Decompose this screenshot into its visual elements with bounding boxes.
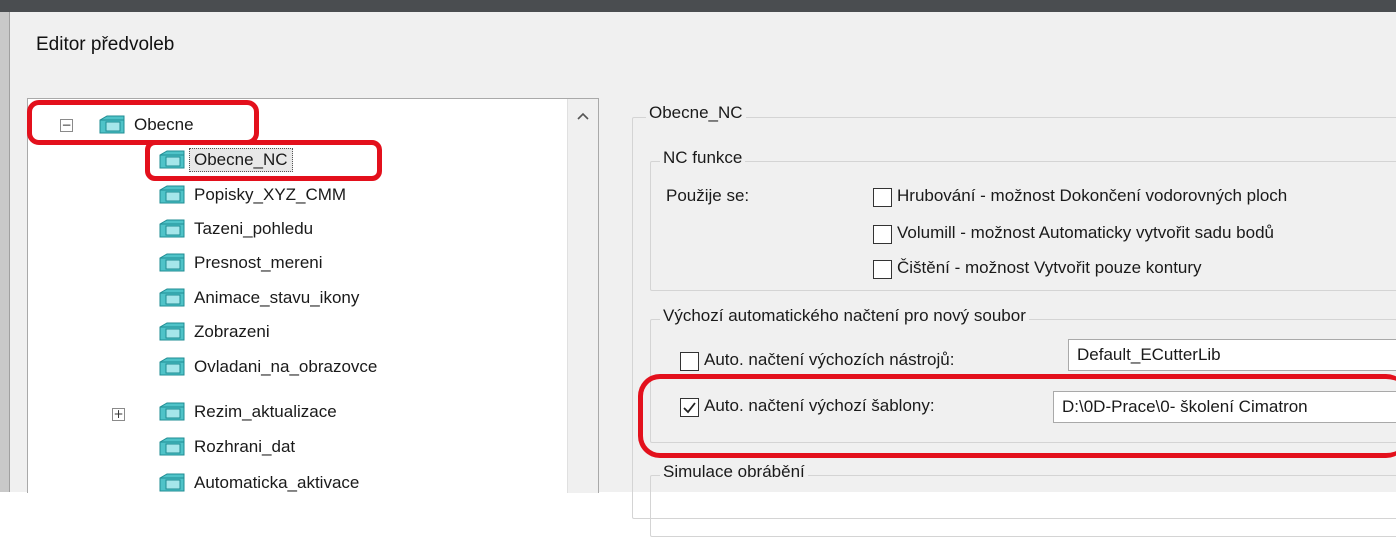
folder-icon — [159, 402, 185, 421]
pouzije-se-label: Použije se: — [666, 186, 750, 205]
tree-item-label: Tazeni_pohledu — [194, 219, 314, 238]
auto-tools-label: Auto. načtení výchozích nástrojů: — [704, 350, 955, 369]
scroll-up-button[interactable] — [568, 99, 598, 133]
default-tools-field[interactable]: Default_ECutterLib — [1068, 339, 1396, 371]
highlight-obecne — [27, 100, 259, 145]
tree-item-label: Presnost_mereni — [194, 253, 323, 272]
window-left-border — [0, 12, 10, 492]
tree-item-animace[interactable]: Animace_stavu_ikony — [158, 283, 359, 313]
auto-tools-checkbox[interactable] — [680, 352, 699, 371]
nc-funkce-label: NC funkce — [660, 148, 746, 168]
tree-item-presnost[interactable]: Presnost_mereni — [158, 248, 323, 278]
tree-item-tazeni[interactable]: Tazeni_pohledu — [158, 214, 313, 244]
tree-item-label: Rozhrani_dat — [194, 437, 296, 456]
window-title: Editor předvoleb — [36, 34, 175, 55]
folder-icon — [159, 437, 185, 456]
tree-item-rezim[interactable]: Rezim_aktualizace — [158, 397, 337, 427]
volumill-label: Volumill - možnost Automaticky vytvořit … — [897, 223, 1274, 242]
tree-item-popisky[interactable]: Popisky_XYZ_CMM — [158, 180, 346, 210]
folder-icon — [159, 357, 185, 376]
tree-item-label: Rezim_aktualizace — [194, 402, 337, 421]
auto-load-label: Výchozí automatického načtení pro nový s… — [660, 306, 1029, 326]
tree-item-rozhrani[interactable]: Rozhrani_dat — [158, 432, 295, 462]
hrubovani-checkbox[interactable] — [873, 188, 892, 207]
tree-item-label: Animace_stavu_ikony — [194, 288, 360, 307]
panel-title: Obecne_NC — [646, 103, 746, 123]
tree-item-ovladani[interactable]: Ovladani_na_obrazovce — [158, 352, 377, 382]
folder-icon — [159, 219, 185, 238]
simulace-group — [650, 475, 1396, 537]
folder-icon — [159, 185, 185, 204]
hrubovani-label: Hrubování - možnost Dokončení vodorovnýc… — [897, 186, 1288, 205]
expand-expander[interactable]: + — [112, 408, 125, 421]
simulace-label: Simulace obrábění — [660, 462, 808, 482]
tree-item-label: Automaticka_aktivace — [194, 473, 360, 492]
highlight-obecne-nc — [145, 140, 382, 181]
tree-item-label: Zobrazeni — [194, 322, 270, 341]
volumill-checkbox[interactable] — [873, 225, 892, 244]
tree-item-label: Popisky_XYZ_CMM — [194, 185, 347, 204]
tree-item-zobrazeni[interactable]: Zobrazeni — [158, 317, 270, 347]
tree-scrollbar[interactable] — [567, 99, 598, 493]
folder-icon — [159, 288, 185, 307]
folder-icon — [159, 322, 185, 341]
cisteni-label: Čištění - možnost Vytvořit pouze kontury — [897, 258, 1202, 277]
folder-icon — [159, 253, 185, 272]
folder-icon — [159, 473, 185, 492]
chevron-up-icon — [577, 112, 589, 120]
tree-item-automaticka[interactable]: Automaticka_aktivace — [158, 468, 359, 493]
tree-item-label: Ovladani_na_obrazovce — [194, 357, 378, 376]
cisteni-checkbox[interactable] — [873, 260, 892, 279]
highlight-template — [638, 374, 1396, 458]
window-top-border — [0, 0, 1396, 12]
